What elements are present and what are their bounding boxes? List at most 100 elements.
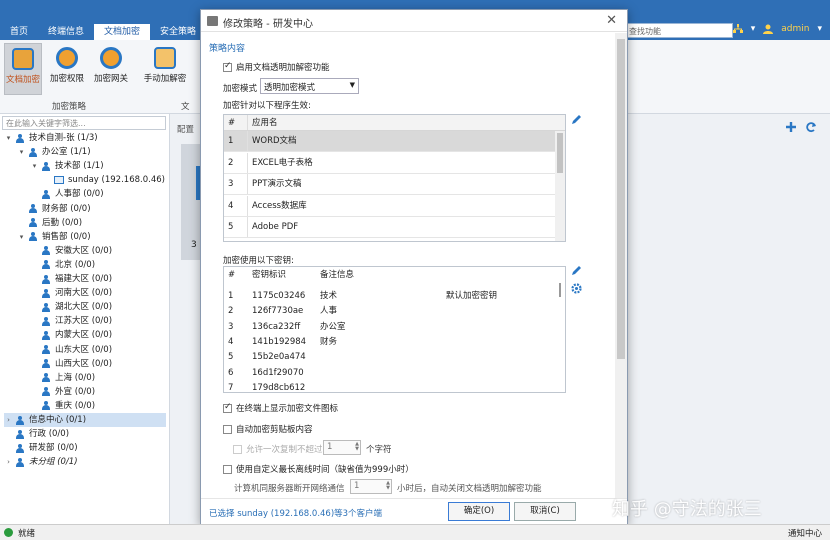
key-row[interactable]: 7 179d8cb612 — [224, 381, 554, 392]
username[interactable]: admin — [781, 24, 809, 34]
app-row[interactable]: 3 PPT演示文稿 — [224, 174, 555, 195]
main-tab[interactable]: 文档加密 — [94, 24, 151, 40]
tree-item-label: 后勤 (0/0) — [42, 217, 83, 228]
app-row[interactable]: 5 Adobe PDF — [224, 217, 555, 238]
key-row[interactable]: 2 126f7730ae 人事 — [224, 304, 554, 319]
org-icon[interactable] — [732, 24, 743, 34]
key-note — [316, 366, 442, 381]
refresh-icon[interactable] — [805, 121, 817, 133]
key-row[interactable]: 1 1175c03246 技术 默认加密密钥 — [224, 289, 554, 304]
offline-time-checkbox[interactable]: 使用自定义最长离线时间（缺省值为999小时） — [223, 463, 414, 475]
ribbon-encrypt-permission-button[interactable]: 加密权限 — [48, 43, 86, 95]
tree-filter-input[interactable]: 在此输入关键字筛选... — [2, 116, 166, 130]
app-row[interactable]: 2 EXCEL电子表格 — [224, 152, 555, 174]
selected-clients-link[interactable]: 已选择 sunday (192.168.0.46)等3个客户端 — [209, 507, 382, 519]
tree-item[interactable]: 河南大区 (0/0) — [30, 286, 166, 300]
ok-button[interactable]: 确定(O) — [448, 502, 510, 521]
stepper-arrows-icon[interactable]: ▲ ▼ — [386, 481, 390, 491]
gear-icon[interactable] — [571, 283, 582, 294]
tree-item[interactable]: 上海 (0/0) — [30, 371, 166, 385]
tree-item[interactable]: ▾ 技术部 (1/1) — [30, 159, 166, 173]
tree-item[interactable]: ▾ 技术自测-张 (1/3) — [4, 131, 166, 145]
offline-hours-stepper[interactable]: 1 ▲ ▼ — [350, 479, 392, 494]
group-icon — [41, 260, 51, 270]
global-search-input[interactable]: 查找功能 — [625, 23, 733, 38]
tree-item[interactable]: 山东大区 (0/0) — [30, 343, 166, 357]
app-row[interactable]: 4 Access数据库 — [224, 195, 555, 217]
edit-keys-icon[interactable] — [571, 265, 582, 276]
tree-item[interactable]: sunday (192.168.0.46) — [43, 173, 166, 187]
tree-item[interactable]: 行政 (0/0) — [4, 427, 166, 441]
key-row[interactable]: 3 136ca232ff 办公室 — [224, 320, 554, 335]
stepper-arrows-icon[interactable]: ▲ ▼ — [355, 442, 359, 452]
app-index: 3 — [224, 174, 248, 194]
expand-toggle-icon[interactable]: ▾ — [4, 131, 13, 145]
copy-limit-checkbox[interactable]: 允许一次复制不超过 — [233, 443, 323, 455]
copy-limit-stepper[interactable]: 1 ▲ ▼ — [323, 440, 361, 455]
key-row[interactable]: 4 141b192984 财务 — [224, 335, 554, 350]
tree-item[interactable]: 安徽大区 (0/0) — [30, 244, 166, 258]
keys-scroll-thumb[interactable] — [559, 283, 561, 297]
group-tree-panel: 在此输入关键字筛选... ▾ 技术自测-张 (1/3) ▾ 办公室 (1/1) ▾ 技术部… — [0, 114, 170, 524]
tree-item[interactable]: 研发部 (0/0) — [4, 441, 166, 455]
checkbox-box[interactable] — [223, 424, 232, 434]
app-row[interactable]: 1 WORD文档 — [224, 131, 555, 152]
tree-item[interactable]: 北京 (0/0) — [30, 258, 166, 272]
user-caret-icon[interactable]: ▾ — [817, 24, 822, 34]
tree-item[interactable]: 后勤 (0/0) — [17, 216, 166, 230]
encryption-mode-select[interactable]: 透明加密模式 ▼ — [260, 78, 359, 94]
expand-toggle-icon[interactable]: ▾ — [17, 230, 26, 244]
ribbon-manual-decrypt-button[interactable]: 手动加解密 — [143, 43, 187, 95]
notification-center-button[interactable]: 通知中心 — [788, 527, 822, 539]
key-row[interactable]: 5 15b2e0a474 — [224, 350, 554, 365]
tree-item-label: 山东大区 (0/0) — [55, 344, 113, 355]
key-note — [316, 350, 442, 365]
cancel-button[interactable]: 取消(C) — [514, 502, 576, 521]
tree-item[interactable]: › 未分组 (0/1) — [4, 455, 166, 469]
show-icon-checkbox[interactable]: 在终端上显示加密文件图标 — [223, 402, 338, 414]
edit-apps-icon[interactable] — [571, 114, 582, 125]
group-icon — [41, 373, 51, 383]
tree-item[interactable]: › 信息中心 (0/1) — [4, 413, 166, 427]
apps-scroll-thumb[interactable] — [557, 133, 563, 173]
expand-toggle-icon[interactable]: › — [4, 455, 13, 469]
checkbox-box[interactable] — [223, 61, 232, 72]
clipboard-checkbox[interactable]: 自动加密剪贴板内容 — [223, 423, 313, 435]
keys-table: # 密钥标识 备注信息 1 1175c03246 技术 默认加密密钥 2 126f7730… — [223, 266, 566, 393]
enable-encryption-checkbox[interactable]: 启用文档透明加解密功能 — [223, 61, 330, 73]
checkbox-box[interactable] — [223, 402, 232, 413]
checkbox-box[interactable] — [223, 464, 232, 474]
group-icon — [41, 161, 51, 171]
tree-item[interactable]: 人事部 (0/0) — [30, 187, 166, 201]
expand-toggle-icon[interactable]: ▾ — [30, 159, 39, 173]
apps-scrollbar[interactable] — [555, 131, 565, 241]
main-tab[interactable]: 安全策略 — [150, 24, 206, 40]
tree-item[interactable]: 山西大区 (0/0) — [30, 357, 166, 371]
ribbon-encrypt-gateway-button[interactable]: 加密网关 — [92, 43, 130, 95]
expand-toggle-icon[interactable]: ▾ — [17, 145, 26, 159]
tree-item[interactable]: 江苏大区 (0/0) — [30, 314, 166, 328]
dropdown-caret-icon[interactable]: ▾ — [751, 24, 756, 34]
dialog-scroll-thumb[interactable] — [617, 39, 625, 359]
tree-item[interactable]: ▾ 办公室 (1/1) — [17, 145, 166, 159]
expand-toggle-icon[interactable]: › — [4, 413, 13, 427]
main-tab[interactable]: 终端信息 — [38, 24, 94, 40]
main-tabs: 首页 终端信息 文档加密 安全策略 — [0, 24, 206, 40]
tree-item[interactable]: 内蒙大区 (0/0) — [30, 328, 166, 342]
close-icon[interactable]: ✕ — [606, 13, 617, 28]
key-row[interactable]: 6 16d1f29070 — [224, 366, 554, 381]
tree-item[interactable]: 湖北大区 (0/0) — [30, 300, 166, 314]
tree-item[interactable]: 外宣 (0/0) — [30, 385, 166, 399]
ribbon-doc-encrypt-button[interactable]: 文档加密 — [4, 43, 42, 95]
checkbox-box[interactable] — [233, 444, 242, 454]
tree-item[interactable]: 福建大区 (0/0) — [30, 272, 166, 286]
tree-item[interactable]: 财务部 (0/0) — [17, 202, 166, 216]
tree-item[interactable]: ▾ 销售部 (0/0) — [17, 230, 166, 244]
dialog-scrollbar[interactable] — [615, 33, 627, 503]
keys-scrollbar[interactable] — [555, 283, 565, 297]
app-index: 4 — [224, 195, 248, 216]
key-extra — [442, 350, 542, 365]
tree-item[interactable]: 重庆 (0/0) — [30, 399, 166, 413]
main-tab[interactable]: 首页 — [0, 24, 38, 40]
add-icon[interactable] — [785, 121, 797, 133]
